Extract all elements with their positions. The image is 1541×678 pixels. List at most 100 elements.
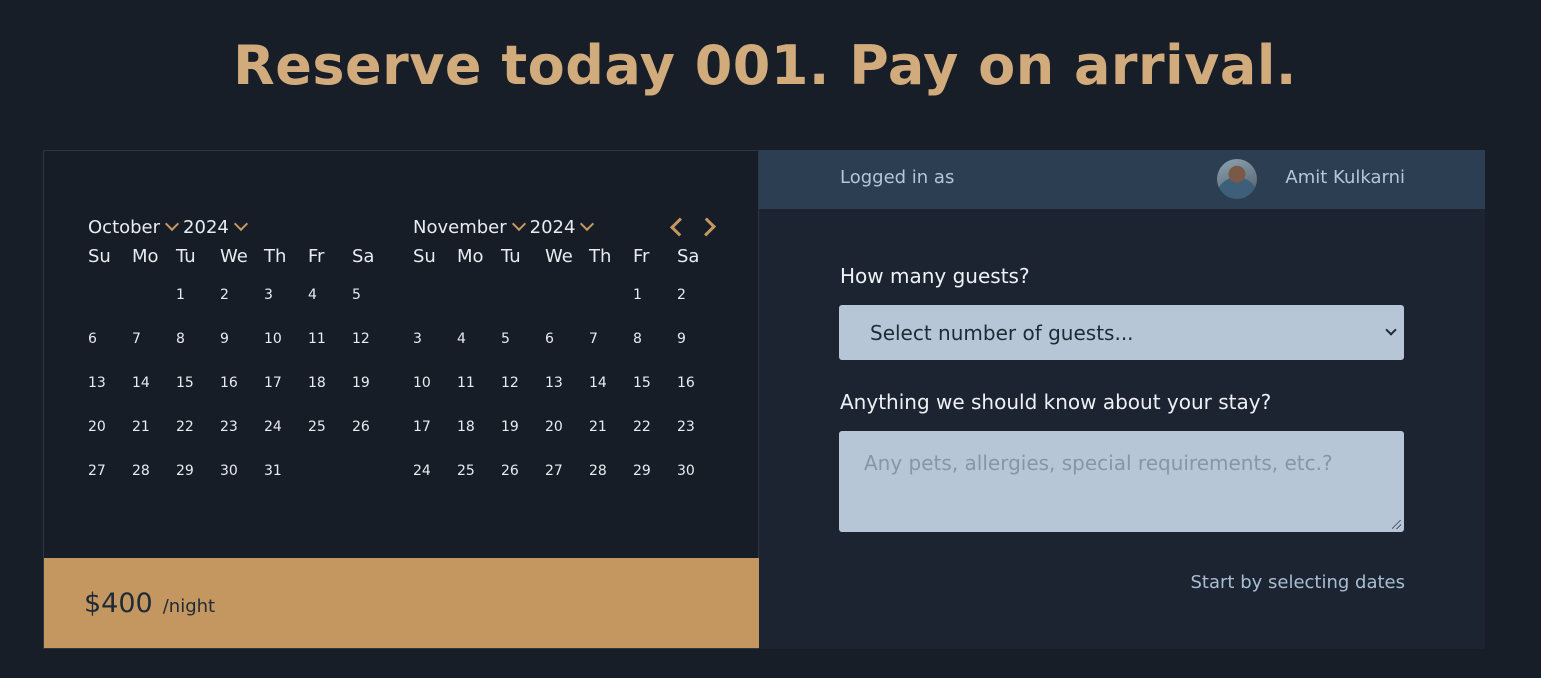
calendar-panel: October 2024 Su Mo Tu We Th Fr Sa 1 2 3 …: [43, 150, 760, 649]
user-name: Amit Kulkarni: [1285, 167, 1405, 188]
day-cell[interactable]: 26: [501, 449, 545, 493]
day-cell[interactable]: 29: [176, 449, 220, 493]
page-title: Reserve today 001. Pay on arrival.: [233, 34, 1297, 97]
weekday-label: Fr: [633, 246, 650, 267]
day-cell[interactable]: 16: [677, 361, 721, 405]
day-cell[interactable]: 9: [220, 317, 264, 361]
prev-month-button[interactable]: [668, 215, 690, 239]
day-cell: [545, 273, 589, 317]
weekday-label: Mo: [132, 246, 159, 267]
day-cell[interactable]: 13: [88, 361, 132, 405]
day-cell[interactable]: 8: [633, 317, 677, 361]
day-cell[interactable]: 18: [457, 405, 501, 449]
day-cell[interactable]: 5: [352, 273, 396, 317]
day-cell[interactable]: 27: [88, 449, 132, 493]
weekday-label: Th: [589, 246, 612, 267]
day-cell[interactable]: 6: [88, 317, 132, 361]
day-cell: [413, 273, 457, 317]
day-cell[interactable]: 31: [264, 449, 308, 493]
day-cell[interactable]: 2: [220, 273, 264, 317]
day-cell[interactable]: 14: [132, 361, 176, 405]
day-cell[interactable]: 9: [677, 317, 721, 361]
start-selecting-dates-link[interactable]: Start by selecting dates: [1191, 572, 1406, 593]
weekday-label: Su: [413, 246, 436, 267]
day-cell[interactable]: 10: [264, 317, 308, 361]
day-cell[interactable]: 1: [176, 273, 220, 317]
day-cell[interactable]: 26: [352, 405, 396, 449]
day-cell[interactable]: 23: [677, 405, 721, 449]
day-cell[interactable]: 1: [633, 273, 677, 317]
weekday-row: Su Mo Tu We Th Fr Sa: [413, 241, 703, 273]
day-cell[interactable]: 21: [132, 405, 176, 449]
day-cell[interactable]: 21: [589, 405, 633, 449]
weekday-label: Su: [88, 246, 111, 267]
day-cell[interactable]: 16: [220, 361, 264, 405]
year-select[interactable]: 2024: [530, 217, 576, 238]
day-cell[interactable]: 7: [589, 317, 633, 361]
day-cell[interactable]: 15: [633, 361, 677, 405]
next-month-button[interactable]: [696, 215, 718, 239]
day-cell[interactable]: 3: [264, 273, 308, 317]
day-cell[interactable]: 5: [501, 317, 545, 361]
day-cell[interactable]: 20: [545, 405, 589, 449]
day-cell[interactable]: 27: [545, 449, 589, 493]
notes-textarea[interactable]: Any pets, allergies, special requirement…: [839, 431, 1404, 532]
day-cell[interactable]: 24: [264, 405, 308, 449]
resize-handle-icon[interactable]: [1392, 520, 1401, 529]
day-cell: [308, 449, 352, 493]
month-header: November 2024: [413, 213, 703, 241]
weekday-row: Su Mo Tu We Th Fr Sa: [88, 241, 378, 273]
date-range-calendar: October 2024 Su Mo Tu We Th Fr Sa 1 2 3 …: [88, 213, 728, 543]
price-bar: $400 /night: [44, 558, 760, 648]
reservation-card: October 2024 Su Mo Tu We Th Fr Sa 1 2 3 …: [43, 150, 1485, 649]
day-cell[interactable]: 17: [264, 361, 308, 405]
day-cell[interactable]: 8: [176, 317, 220, 361]
day-cell[interactable]: 12: [352, 317, 396, 361]
day-cell[interactable]: 30: [677, 449, 721, 493]
weekday-label: Sa: [352, 246, 375, 267]
month-select[interactable]: November: [413, 217, 507, 238]
day-cell[interactable]: 2: [677, 273, 721, 317]
guests-select[interactable]: Select number of guests...: [839, 305, 1404, 360]
year-select[interactable]: 2024: [183, 217, 229, 238]
day-cell[interactable]: 19: [501, 405, 545, 449]
day-cell[interactable]: 3: [413, 317, 457, 361]
chevron-down-icon[interactable]: [580, 216, 595, 232]
day-cell[interactable]: 12: [501, 361, 545, 405]
day-cell[interactable]: 11: [457, 361, 501, 405]
day-cell[interactable]: 6: [545, 317, 589, 361]
day-cell[interactable]: 10: [413, 361, 457, 405]
day-cell[interactable]: 18: [308, 361, 352, 405]
day-cell[interactable]: 22: [176, 405, 220, 449]
month-select[interactable]: October: [88, 217, 160, 238]
day-cell[interactable]: 14: [589, 361, 633, 405]
chevron-down-icon[interactable]: [511, 216, 526, 232]
day-cell[interactable]: 20: [88, 405, 132, 449]
chevron-down-icon[interactable]: [233, 216, 248, 232]
day-cell[interactable]: 24: [413, 449, 457, 493]
day-cell: [352, 449, 396, 493]
day-cell[interactable]: 4: [308, 273, 352, 317]
day-cell[interactable]: 19: [352, 361, 396, 405]
day-cell[interactable]: 22: [633, 405, 677, 449]
day-cell[interactable]: 11: [308, 317, 352, 361]
day-cell[interactable]: 23: [220, 405, 264, 449]
day-cell[interactable]: 4: [457, 317, 501, 361]
day-cell[interactable]: 25: [457, 449, 501, 493]
day-cell[interactable]: 15: [176, 361, 220, 405]
chevron-down-icon: [1385, 324, 1397, 336]
day-cell[interactable]: 29: [633, 449, 677, 493]
day-cell[interactable]: 17: [413, 405, 457, 449]
day-cell[interactable]: 25: [308, 405, 352, 449]
chevron-down-icon[interactable]: [164, 216, 180, 232]
price-amount: $400: [84, 587, 153, 619]
day-cell[interactable]: 7: [132, 317, 176, 361]
day-cell[interactable]: 13: [545, 361, 589, 405]
weekday-label: Sa: [677, 246, 700, 267]
weekday-label: Tu: [176, 246, 196, 267]
chevron-left-icon: [669, 217, 690, 237]
day-cell: [88, 273, 132, 317]
day-cell[interactable]: 28: [132, 449, 176, 493]
day-cell[interactable]: 30: [220, 449, 264, 493]
day-cell[interactable]: 28: [589, 449, 633, 493]
